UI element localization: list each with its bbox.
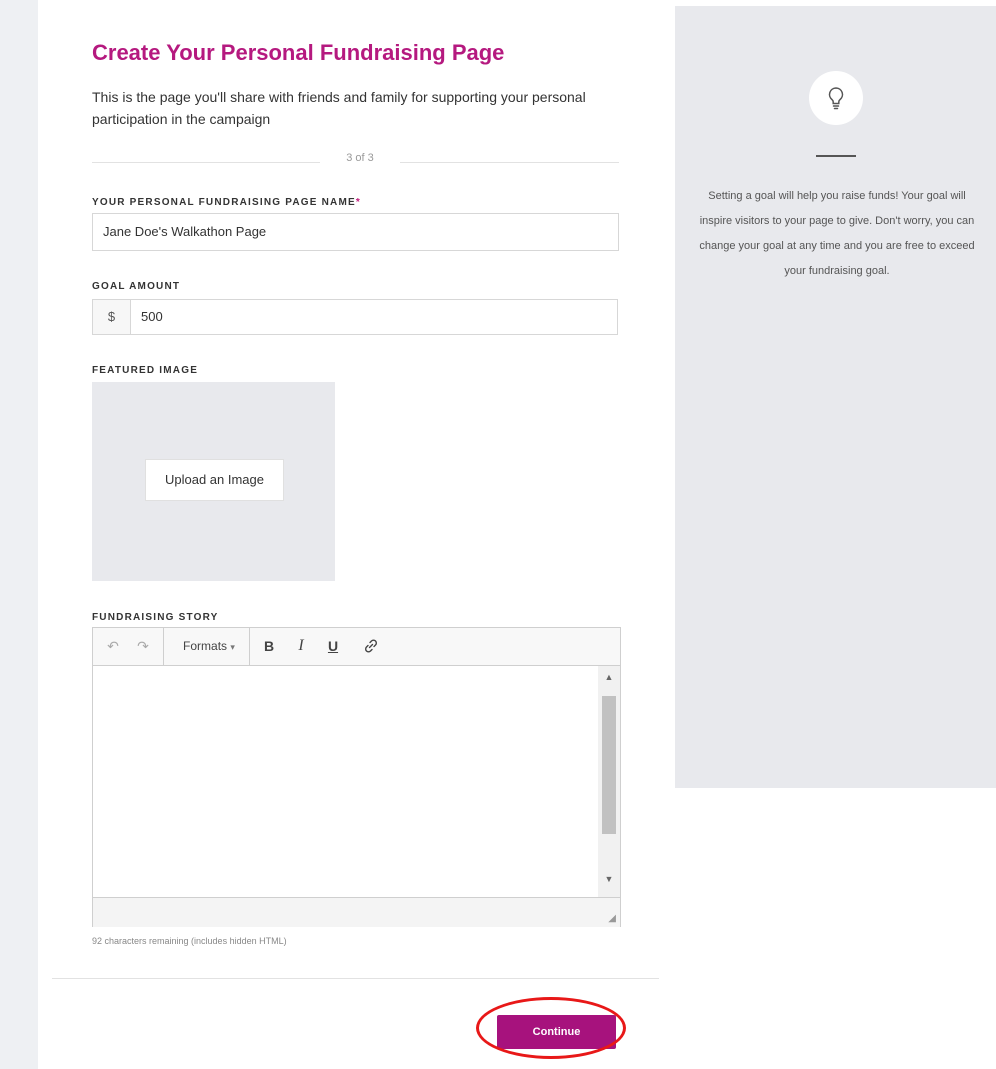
- step-indicator: 3 of 3: [320, 152, 400, 164]
- formats-dropdown[interactable]: Formats ▾: [169, 634, 249, 658]
- lightbulb-icon: [809, 71, 863, 125]
- page-title: Create Your Personal Fundraising Page: [92, 40, 505, 65]
- footer-divider: [52, 978, 659, 979]
- tip-divider: [816, 155, 856, 157]
- intro-text: This is the page you'll share with frien…: [92, 89, 586, 127]
- highlight-ring: [476, 997, 626, 1059]
- italic-button[interactable]: I: [289, 634, 313, 658]
- bold-button[interactable]: B: [257, 634, 281, 658]
- fundraising-story-label: FUNDRAISING STORY: [92, 612, 219, 623]
- upload-image-button[interactable]: Upload an Image: [145, 459, 284, 501]
- goal-amount-input[interactable]: 500: [130, 299, 618, 335]
- link-icon[interactable]: [359, 634, 383, 658]
- story-text-area[interactable]: [93, 666, 598, 897]
- editor-statusbar: ◢: [93, 897, 620, 927]
- scroll-up-icon[interactable]: ▲: [598, 672, 620, 682]
- toolbar-separator: [249, 628, 250, 665]
- story-editor: ↶ ↷ Formats ▾ B I U ▲ ▼ ◢: [92, 627, 621, 927]
- formats-label: Formats: [183, 639, 228, 653]
- page-name-input[interactable]: Jane Doe's Walkathon Page: [92, 213, 619, 251]
- editor-scrollbar[interactable]: ▲ ▼: [598, 666, 620, 897]
- page-name-label-text: YOUR PERSONAL FUNDRAISING PAGE NAME: [92, 197, 356, 208]
- required-mark: *: [355, 197, 361, 208]
- toolbar-separator: [163, 628, 164, 665]
- editor-toolbar: ↶ ↷ Formats ▾ B I U: [93, 628, 620, 666]
- resize-handle-icon[interactable]: ◢: [608, 913, 616, 924]
- undo-icon[interactable]: ↶: [101, 634, 125, 658]
- scroll-thumb[interactable]: [602, 696, 616, 834]
- page-name-label: YOUR PERSONAL FUNDRAISING PAGE NAME*: [92, 197, 361, 208]
- left-gutter: [0, 0, 38, 1069]
- redo-icon[interactable]: ↷: [131, 634, 155, 658]
- scroll-down-icon[interactable]: ▼: [598, 874, 620, 884]
- currency-prefix: $: [92, 299, 130, 335]
- chevron-down-icon: ▾: [230, 642, 235, 652]
- featured-image-label: FEATURED IMAGE: [92, 365, 199, 376]
- tip-text: Setting a goal will help you raise funds…: [699, 190, 975, 277]
- underline-button[interactable]: U: [321, 634, 345, 658]
- goal-amount-label: GOAL AMOUNT: [92, 281, 181, 292]
- character-count: 92 characters remaining (includes hidden…: [92, 936, 287, 946]
